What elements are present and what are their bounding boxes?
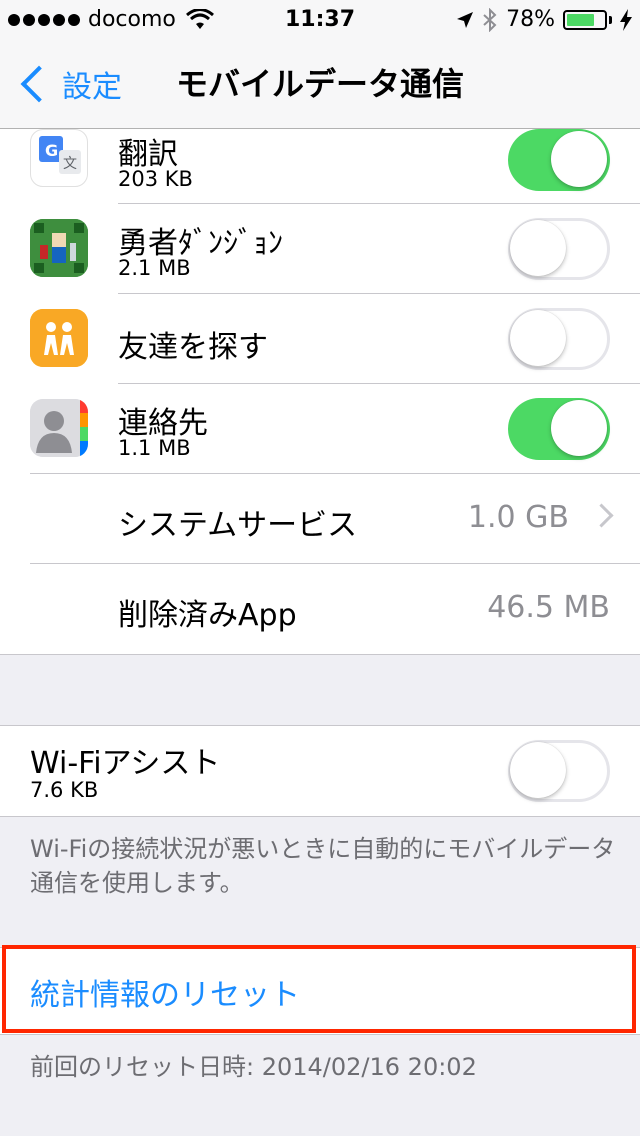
status-bar: docomo 11:37 78%: [0, 0, 640, 40]
toggle-translate[interactable]: [508, 129, 610, 191]
toggle-contacts[interactable]: [508, 398, 610, 460]
google-translate-icon: G 文: [30, 129, 88, 187]
toggle-knob: [510, 310, 566, 366]
contacts-icon: [30, 399, 88, 457]
list-item-find-friends: 友達を探す: [0, 294, 640, 384]
toggle-knob: [510, 220, 566, 276]
list-item-translate: G 文 翻訳 203 KB: [0, 129, 640, 204]
battery-fill: [567, 14, 595, 26]
system-services-label: システムサービス: [118, 508, 358, 543]
toggle-wifi-assist[interactable]: [508, 740, 610, 802]
svg-text:文: 文: [63, 156, 77, 172]
toggle-knob: [551, 400, 607, 456]
charging-bolt-icon: [620, 9, 632, 31]
toggle-knob: [510, 742, 566, 798]
game-icon: [30, 219, 88, 277]
location-arrow-icon: [457, 12, 474, 28]
app-name: 友達を探す: [118, 330, 268, 365]
wifi-assist-description: Wi-Fiの接続状況が悪いときに自動的にモバイルデータ通信を使用します。: [30, 835, 616, 897]
deleted-apps-label: 削除済みApp: [118, 598, 297, 633]
wifi-assist-row: Wi-Fiアシスト 7.6 KB: [0, 726, 640, 816]
bluetooth-icon: [483, 8, 497, 32]
wifi-assist-label: Wi-Fiアシスト: [30, 746, 221, 781]
app-usage: 203 KB: [118, 167, 193, 191]
chevron-right-icon: [589, 503, 614, 528]
page-title: モバイルデータ通信: [175, 65, 464, 103]
svg-text:G: G: [45, 141, 58, 160]
toggle-knob: [551, 131, 607, 187]
reset-section: 統計情報のリセット: [0, 947, 640, 1035]
toggle-find-friends[interactable]: [508, 308, 610, 370]
find-friends-icon: [30, 309, 88, 367]
wifi-assist-section: Wi-Fiアシスト 7.6 KB: [0, 725, 640, 817]
app-usage: 1.1 MB: [118, 436, 191, 460]
toggle-game[interactable]: [508, 218, 610, 280]
system-services-value: 1.0 GB: [467, 500, 569, 535]
navigation-bar: 設定 モバイルデータ通信: [0, 40, 640, 129]
deleted-apps-value: 46.5 MB: [487, 590, 610, 625]
deleted-apps-row: 削除済みApp 46.5 MB: [0, 564, 640, 655]
battery-cap: [609, 16, 612, 24]
battery-percent: 78%: [506, 7, 555, 32]
system-services-row[interactable]: システムサービス 1.0 GB: [0, 474, 640, 564]
battery-icon: [563, 10, 607, 30]
app-usage: 2.1 MB: [118, 256, 191, 280]
status-right: 78%: [456, 0, 632, 40]
reset-statistics-button[interactable]: 統計情報のリセット: [30, 970, 300, 1014]
last-reset-timestamp: 前回のリセット日時: 2014/02/16 20:02: [30, 1053, 477, 1081]
list-item-contacts: 連絡先 1.1 MB: [0, 384, 640, 474]
app-usage-list: G 文 翻訳 203 KB 勇者ﾀﾞﾝｼﾞｮﾝ 2.1 MB 友達を探す 連絡先…: [0, 129, 640, 655]
wifi-assist-usage: 7.6 KB: [30, 778, 99, 802]
list-item-game: 勇者ﾀﾞﾝｼﾞｮﾝ 2.1 MB: [0, 204, 640, 294]
